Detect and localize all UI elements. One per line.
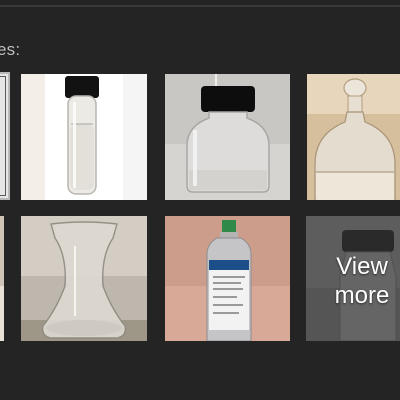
- view-more-line1: View: [336, 253, 388, 280]
- thumbnail-partial-left[interactable]: [0, 216, 4, 341]
- thumbnail-round-bottle[interactable]: [165, 74, 290, 200]
- view-more-button[interactable]: View more: [306, 216, 400, 341]
- thumbnail-glass-stopper-bottle[interactable]: [307, 74, 400, 200]
- view-more-label: View more: [306, 252, 400, 310]
- view-more-line2: more: [334, 282, 390, 309]
- thumbnail-glass-beaker[interactable]: [21, 216, 147, 341]
- thumbnail-aluminum-canister[interactable]: [165, 216, 290, 341]
- section-label: es:: [0, 40, 21, 59]
- thumbnail-selected-partial[interactable]: [0, 72, 10, 200]
- top-divider: [0, 5, 400, 7]
- thumbnail-vial-black-cap[interactable]: [21, 74, 147, 200]
